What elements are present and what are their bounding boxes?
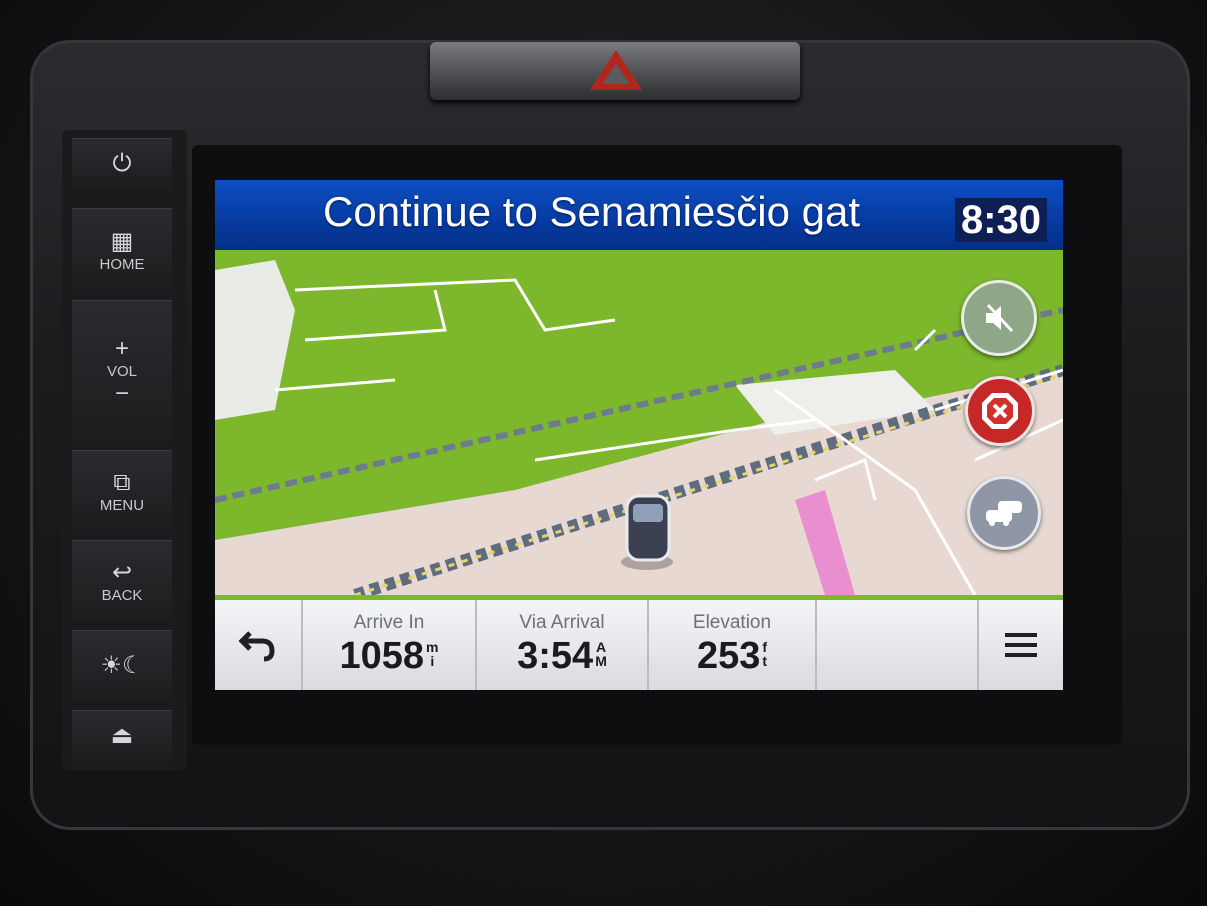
via-arrival-value: 3:54 bbox=[517, 635, 594, 677]
navigation-screen: Continue to Senamiesčio gat 8:30 Arrive … bbox=[215, 180, 1063, 690]
map-view[interactable] bbox=[215, 250, 1063, 595]
back-hw-label: BACK bbox=[101, 586, 143, 604]
home-button[interactable]: ▦ HOME bbox=[72, 208, 172, 291]
hazard-button[interactable] bbox=[430, 42, 800, 100]
arrive-in-unit-top: m bbox=[426, 639, 439, 655]
hardware-button-panel: ⏻ ▦ HOME + VOL − ⧉ MENU ↩ BACK ☀☾ ⏏ bbox=[62, 130, 187, 770]
hazard-triangle-icon bbox=[590, 50, 642, 90]
home-label: HOME bbox=[99, 255, 145, 273]
arrive-in-unit-bottom: i bbox=[430, 653, 435, 669]
elevation-unit-bottom: t bbox=[762, 653, 768, 669]
arrive-in-unit: m i bbox=[426, 640, 438, 668]
elevation-label: Elevation bbox=[692, 612, 772, 633]
traffic-icon bbox=[986, 501, 1022, 526]
elevation-unit: f t bbox=[762, 640, 767, 668]
via-arrival-unit-top: A bbox=[595, 639, 607, 655]
screens-icon: ⧉ bbox=[113, 468, 131, 496]
eject-button[interactable]: ⏏ bbox=[72, 710, 172, 761]
elevation-value-group: 253 f t bbox=[697, 634, 767, 678]
stop-route-button[interactable] bbox=[965, 376, 1035, 446]
speaker-muted-icon bbox=[986, 303, 1014, 333]
hamburger-menu-icon bbox=[1005, 633, 1037, 657]
elevation-value: 253 bbox=[696, 635, 761, 677]
vol-label: VOL bbox=[106, 362, 137, 380]
trip-info-bar: Arrive In 1058 m i Via Arrival 3:54 A M … bbox=[215, 600, 1063, 690]
back-button[interactable] bbox=[215, 600, 303, 690]
volume-rocker[interactable]: + VOL − bbox=[72, 300, 172, 441]
elevation-unit-top: f bbox=[762, 639, 768, 655]
stop-route-icon bbox=[982, 393, 1018, 429]
via-arrival-unit-bottom: M bbox=[595, 653, 607, 669]
via-arrival-value-group: 3:54 A M bbox=[517, 634, 607, 678]
eject-icon: ⏏ bbox=[110, 722, 134, 749]
back-hw-button[interactable]: ↩ BACK bbox=[72, 540, 172, 621]
traffic-button[interactable] bbox=[967, 476, 1041, 550]
grid-icon: ▦ bbox=[110, 227, 134, 255]
arrive-in-field[interactable]: Arrive In 1058 m i bbox=[303, 600, 477, 690]
arrive-in-value-group: 1058 m i bbox=[340, 634, 439, 678]
via-arrival-field[interactable]: Via Arrival 3:54 A M bbox=[477, 600, 649, 690]
main-menu-button[interactable] bbox=[979, 600, 1063, 690]
vehicle-marker-icon bbox=[621, 494, 673, 570]
volume-up-icon: + bbox=[114, 334, 129, 362]
power-icon: ⏻ bbox=[112, 150, 132, 177]
clock: 8:30 bbox=[954, 198, 1047, 242]
via-arrival-unit: A M bbox=[595, 640, 607, 668]
arrive-in-value: 1058 bbox=[339, 635, 425, 677]
menu-hw-button[interactable]: ⧉ MENU bbox=[72, 450, 172, 531]
empty-data-field[interactable] bbox=[817, 600, 979, 690]
back-arrow-icon bbox=[238, 631, 275, 662]
arrive-in-label: Arrive In bbox=[353, 612, 425, 633]
mute-button[interactable] bbox=[961, 280, 1037, 356]
day-night-icon: ☀☾ bbox=[100, 652, 144, 679]
menu-hw-label: MENU bbox=[99, 496, 145, 514]
instruction-bar[interactable]: Continue to Senamiesčio gat 8:30 bbox=[215, 180, 1063, 250]
next-instruction: Continue to Senamiesčio gat bbox=[323, 188, 860, 235]
via-arrival-label: Via Arrival bbox=[519, 612, 605, 633]
brightness-button[interactable]: ☀☾ bbox=[72, 630, 172, 701]
return-icon: ↩ bbox=[111, 558, 133, 586]
power-button[interactable]: ⏻ bbox=[72, 138, 172, 189]
volume-down-icon: − bbox=[114, 379, 129, 407]
elevation-field[interactable]: Elevation 253 f t bbox=[649, 600, 817, 690]
